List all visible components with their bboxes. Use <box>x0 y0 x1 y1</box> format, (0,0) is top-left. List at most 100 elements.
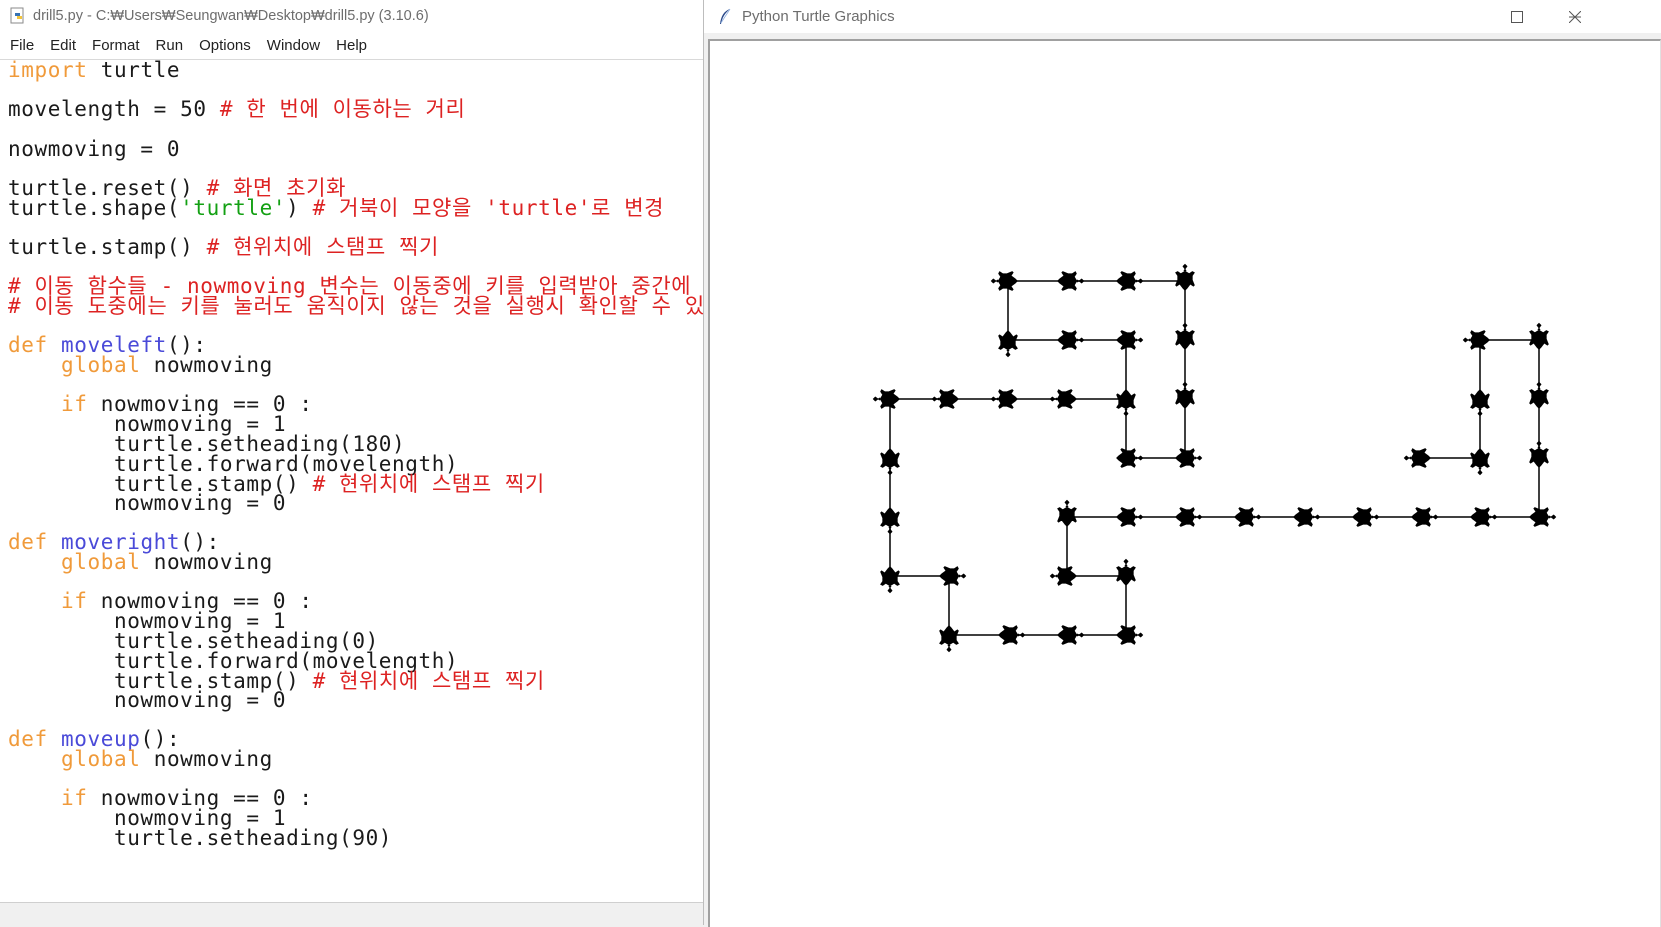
code-line[interactable]: nowmoving = 0 <box>8 690 286 711</box>
turtle-shape <box>1352 507 1380 527</box>
code-token: ) <box>286 196 313 220</box>
turtle-stamp <box>880 448 900 476</box>
turtle-stamp <box>1116 558 1136 586</box>
turtle-canvas[interactable] <box>708 39 1661 927</box>
turtle-shape <box>1116 448 1144 468</box>
code-line[interactable]: movelength = 50 # 한 번에 이동하는 거리 <box>8 99 465 120</box>
code-token: turtle.stamp() <box>8 235 207 259</box>
turtle-stamp <box>1057 271 1085 291</box>
turtle-stamp <box>1411 507 1439 527</box>
code-line[interactable]: global nowmoving <box>8 749 273 770</box>
code-token: nowmoving = 0 <box>8 137 181 161</box>
code-comment: # 현위치에 스탬프 찍기 <box>206 235 439 259</box>
turtle-stamp <box>1234 507 1262 527</box>
menu-window[interactable]: Window <box>259 32 328 59</box>
code-keyword: global <box>60 550 141 574</box>
turtle-shape <box>990 389 1018 409</box>
code-string: 'turtle' <box>180 196 287 220</box>
close-icon <box>1569 10 1581 23</box>
turtle-shape <box>1470 389 1490 417</box>
turtle-shape <box>1116 389 1136 417</box>
turtle-shape <box>1057 330 1085 350</box>
code-token: turtle.setheading(90) <box>8 826 393 850</box>
code-line[interactable]: # 이동 도중에는 키를 눌러도 움직이지 않는 것을 실행시 확인할 수 있습… <box>8 296 703 317</box>
code-line[interactable]: global nowmoving <box>8 552 273 573</box>
turtle-stamp <box>1175 322 1195 350</box>
turtle-stamp <box>1057 330 1085 350</box>
turtle-stamp <box>880 507 900 535</box>
turtle-stamp <box>1116 389 1136 417</box>
turtle-shape <box>1057 271 1085 291</box>
turtle-trail <box>1007 280 1186 459</box>
turtle-stamp <box>1462 330 1490 350</box>
turtle-stamp <box>1529 507 1557 527</box>
menu-file[interactable]: File <box>0 32 42 59</box>
turtle-shape <box>1470 507 1498 527</box>
turtle-shape <box>1116 625 1144 645</box>
turtle-stamp <box>880 566 900 594</box>
menu-format[interactable]: Format <box>84 32 148 59</box>
menu-edit[interactable]: Edit <box>42 32 84 59</box>
code-comment: # 현위치에 스탬프 찍기 <box>312 472 545 496</box>
maximize-button[interactable] <box>1488 0 1546 33</box>
turtle-stamp <box>1057 625 1085 645</box>
turtle-shape <box>1175 507 1203 527</box>
code-line[interactable]: turtle.setheading(90) <box>8 828 392 849</box>
turtle-shape <box>931 389 959 409</box>
code-line[interactable]: turtle.stamp() # 현위치에 스탬프 찍기 <box>8 237 439 258</box>
code-keyword: import <box>8 60 88 82</box>
python-file-icon <box>10 7 24 24</box>
code-editor[interactable]: import turtle movelength = 50 # 한 번에 이동하는… <box>0 60 704 902</box>
turtle-stamp <box>998 330 1018 358</box>
idle-titlebar[interactable]: drill5.py - C:₩Users₩Seungwan₩Desktop₩dr… <box>0 0 703 32</box>
turtle-stamp <box>1403 448 1431 468</box>
menu-run[interactable]: Run <box>148 32 192 59</box>
code-token: turtle <box>87 60 181 82</box>
turtle-stamp <box>998 625 1026 645</box>
turtle-shape <box>1049 389 1077 409</box>
turtle-shape <box>1116 271 1144 291</box>
turtle-shape <box>1175 263 1195 291</box>
turtle-stamp <box>1116 271 1144 291</box>
turtle-window-title: Python Turtle Graphics <box>742 8 895 25</box>
menu-help[interactable]: Help <box>328 32 375 59</box>
turtle-shape <box>990 271 1018 291</box>
menu-options[interactable]: Options <box>191 32 259 59</box>
turtle-trail <box>889 339 1540 636</box>
turtle-shape <box>998 330 1018 358</box>
turtle-shape <box>1057 499 1077 527</box>
close-button[interactable] <box>1546 0 1604 33</box>
turtle-shape <box>939 625 959 653</box>
code-comment: # 한 번에 이동하는 거리 <box>219 97 466 121</box>
code-line[interactable]: nowmoving = 0 <box>8 493 286 514</box>
turtle-shape <box>1411 507 1439 527</box>
turtle-shape <box>1470 448 1490 476</box>
turtle-shape <box>1529 440 1549 468</box>
turtle-stamp <box>1175 448 1203 468</box>
turtle-shape <box>1116 330 1144 350</box>
code-line[interactable]: nowmoving = 0 <box>8 139 180 160</box>
turtle-shape <box>1057 625 1085 645</box>
turtle-shape <box>1116 558 1136 586</box>
turtle-stamp <box>1529 322 1549 350</box>
turtle-shape <box>1049 566 1077 586</box>
turtle-graphics-window: Python Turtle Graphics <box>703 0 1661 927</box>
turtle-shape <box>998 625 1026 645</box>
turtle-stamp <box>1470 507 1498 527</box>
turtle-shape <box>872 389 900 409</box>
code-line[interactable]: turtle.shape('turtle') # 거북이 모양을 'turtle… <box>8 198 664 219</box>
turtle-stamp <box>990 389 1018 409</box>
turtle-stamp <box>1470 448 1490 476</box>
maximize-icon <box>1511 10 1523 23</box>
turtle-shape <box>1293 507 1321 527</box>
turtle-stamp <box>1470 389 1490 417</box>
code-line[interactable]: import turtle <box>8 60 180 81</box>
turtle-shape <box>939 566 967 586</box>
code-token: nowmoving <box>140 550 273 574</box>
feather-icon <box>720 8 731 24</box>
turtle-stamp <box>1352 507 1380 527</box>
code-line[interactable]: global nowmoving <box>8 355 273 376</box>
code-token: nowmoving = 0 <box>8 688 287 712</box>
